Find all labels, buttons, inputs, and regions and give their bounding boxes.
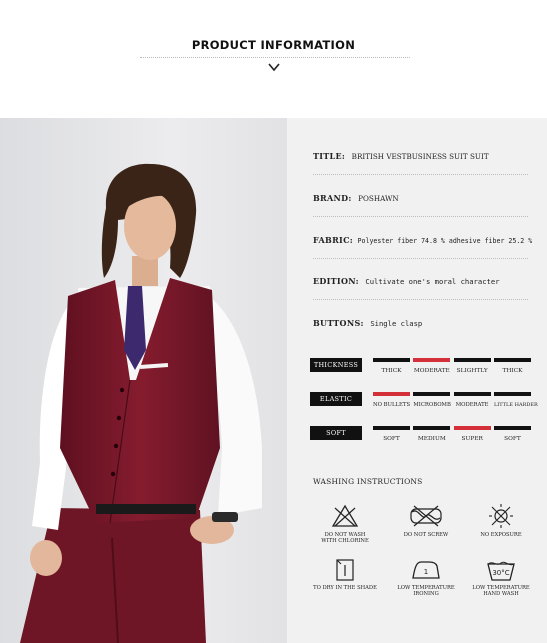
caption-line: IRONING [413, 591, 439, 598]
spec-title: TITLE: BRITISH VESTBUSINESS SUIT SUIT [313, 151, 489, 161]
iron-mark: 1 [424, 568, 428, 576]
care-caption: LOW TEMPERATURE IRONING [391, 585, 461, 598]
spec-value: Single clasp [370, 319, 423, 328]
divider [313, 174, 528, 175]
caption-line: DO NOT WASH [324, 532, 366, 538]
scale-bar [413, 358, 451, 362]
hand-wash-30-icon: 30°C [487, 561, 515, 581]
header-divider [140, 57, 410, 58]
spec-fabric: FABRIC: Polyester fiber 74.8 % adhesive … [313, 235, 532, 245]
wash-temp: 30°C [492, 569, 509, 577]
scale-label: THICK [381, 368, 402, 374]
caption-line: LOW TEMPERATURE [397, 585, 455, 591]
scale-label: MEDIUM [417, 436, 446, 442]
spec-value: POSHAWN [358, 194, 399, 203]
scale-option: SUPER [453, 426, 491, 442]
scale-label: SOFT [504, 436, 521, 442]
divider [313, 299, 528, 300]
scale-option: SLIGHTLY [453, 358, 491, 374]
spec-label: FABRIC: [313, 235, 353, 245]
scale-option: MEDIUM [413, 426, 451, 442]
soft-tag: SOFT [310, 426, 362, 440]
scale-label: SUPER [461, 436, 483, 442]
scale-option: MICROBOMB [413, 392, 451, 408]
care-item: DO NOT WASH WITH CHLORINE [310, 503, 380, 545]
care-caption: LOW TEMPERATURE HAND WASH [466, 585, 536, 598]
scale-option: THICK [373, 358, 410, 374]
thickness-scale: THICK MODERATE SLIGHTLY THICK [373, 358, 531, 374]
care-item: 30°C LOW TEMPERATURE HAND WASH [466, 558, 536, 598]
care-item: DO NOT SCREW [391, 503, 461, 538]
caption-line: WITH CHLORINE [321, 538, 369, 545]
scale-option: SOFT [493, 426, 531, 442]
scale-bar [413, 392, 451, 396]
care-item: 1 LOW TEMPERATURE IRONING [391, 558, 461, 598]
thickness-tag: THICKNESS [310, 358, 362, 372]
scale-label: NO BULLETS [373, 402, 411, 408]
scale-bar [373, 358, 410, 362]
care-item: NO EXPOSURE [466, 503, 536, 538]
spec-label: BUTTONS: [313, 318, 364, 328]
scale-option: MODERATE [453, 392, 491, 408]
chevron-down-icon [268, 63, 280, 72]
scale-label: SLIGHTLY [456, 368, 488, 374]
scale-option: LITTLE HARDER [493, 392, 538, 408]
scale-option: MODERATE [413, 358, 451, 374]
no-chlorine-icon [331, 504, 359, 527]
caption-line: DO NOT SCREW [403, 532, 449, 538]
scale-label: THICK [502, 368, 523, 374]
washing-title: WASHING INSTRUCTIONS [313, 477, 423, 486]
scale-bar [373, 392, 410, 396]
scale-label: MODERATE [413, 368, 450, 374]
low-temp-iron-icon: 1 [412, 561, 440, 579]
spec-brand: BRAND: POSHAWN [313, 193, 399, 203]
caption-line: TO DRY IN THE SHADE [313, 585, 377, 591]
model-illustration [0, 118, 287, 643]
spec-value: Cultivate one's moral character [365, 277, 500, 286]
scale-bar [493, 426, 531, 430]
scale-bar [493, 392, 531, 396]
care-caption: TO DRY IN THE SHADE [310, 585, 380, 591]
scale-bar [493, 358, 531, 362]
care-caption: DO NOT SCREW [391, 532, 461, 538]
scale-label: SOFT [383, 436, 400, 442]
spec-label: EDITION: [313, 276, 359, 286]
section-title: PRODUCT INFORMATION [191, 38, 356, 52]
spec-value: BRITISH VESTBUSINESS SUIT SUIT [351, 152, 489, 161]
product-photo [0, 118, 287, 643]
scale-bar [453, 426, 491, 430]
scale-option: THICK [493, 358, 531, 374]
no-exposure-icon [489, 504, 513, 528]
scale-label: MODERATE [455, 402, 489, 408]
spec-value: Polyester fiber 74.8 % adhesive fiber 25… [357, 237, 533, 245]
caption-line: NO EXPOSURE [480, 532, 522, 538]
caption-line: LOW TEMPERATURE [472, 585, 530, 591]
spec-label: BRAND: [313, 193, 352, 203]
no-wring-icon [410, 505, 442, 527]
care-item: TO DRY IN THE SHADE [310, 558, 380, 591]
care-caption: NO EXPOSURE [466, 532, 536, 538]
divider [313, 258, 528, 259]
spec-label: TITLE: [313, 151, 346, 161]
spec-edition: EDITION: Cultivate one's moral character [313, 276, 500, 286]
care-caption: DO NOT WASH WITH CHLORINE [310, 532, 380, 545]
scale-label: MICROBOMB [413, 402, 451, 408]
scale-option: NO BULLETS [373, 392, 410, 408]
scale-option: SOFT [373, 426, 410, 442]
scale-bar [413, 426, 451, 430]
scale-bar [373, 426, 410, 430]
caption-line: HAND WASH [483, 591, 519, 598]
scale-bar [453, 392, 491, 396]
soft-scale: SOFT MEDIUM SUPER SOFT [373, 426, 531, 442]
spec-buttons: BUTTONS: Single clasp [313, 318, 422, 328]
elastic-tag: ELASTIC [310, 392, 362, 406]
scale-label: LITTLE HARDER [493, 402, 538, 408]
elastic-scale: NO BULLETS MICROBOMB MODERATE LITTLE HAR… [373, 392, 538, 408]
scale-bar [453, 358, 491, 362]
section-header: PRODUCT INFORMATION [0, 0, 547, 118]
divider [313, 216, 528, 217]
dry-in-shade-icon [336, 559, 354, 581]
